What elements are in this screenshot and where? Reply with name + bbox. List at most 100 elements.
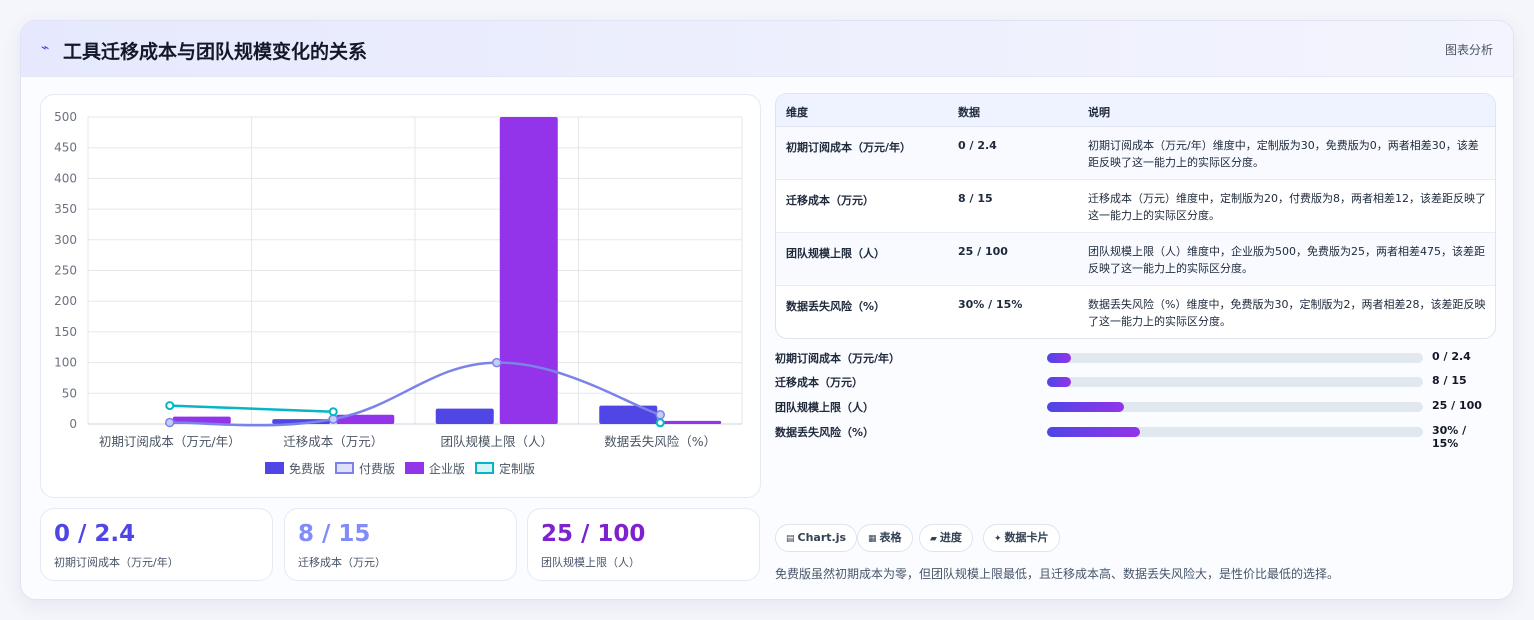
progress-icon: ▰ xyxy=(930,534,937,544)
chip-label: 表格 xyxy=(879,531,902,544)
legend-label: 免费版 xyxy=(289,461,325,476)
y-tick-label: 450 xyxy=(54,141,77,155)
stat-label: 迁移成本（万元） xyxy=(298,556,386,569)
column-header: 说明 xyxy=(1088,106,1110,119)
legend-swatch xyxy=(265,462,284,474)
x-tick-label: 团队规模上限（人） xyxy=(440,434,553,449)
legend-label: 企业版 xyxy=(429,461,465,476)
stat-value: 0 / 2.4 xyxy=(54,521,136,547)
column-header: 维度 xyxy=(786,106,808,119)
point-paid-2 xyxy=(492,357,502,368)
x-tick-label: 迁移成本（万元） xyxy=(283,434,383,449)
progress-value: 25 / 100 xyxy=(1432,399,1482,412)
progress-label: 初期订阅成本（万元/年） xyxy=(775,352,901,365)
point-custom-0 xyxy=(165,401,175,411)
cell-data: 30% / 15% xyxy=(958,298,1023,311)
cell-description: 迁移成本（万元）维度中，定制版为20，付费版为8，两者相差12，该差距反映了这一… xyxy=(1088,192,1486,222)
y-tick-label: 200 xyxy=(54,294,77,308)
progress-row: 初期订阅成本（万元/年） 0 / 2.4 xyxy=(775,349,1496,367)
x-tick-label: 数据丢失风险（%） xyxy=(604,434,716,449)
chip-table[interactable]: ▦ 表格 xyxy=(857,524,913,552)
data-table: 维度 数据 说明 初期订阅成本（万元/年） 0 / 2.4 初期订阅成本（万元/… xyxy=(775,93,1496,339)
summary-text: 免费版虽然初期成本为零，但团队规模上限最低，且迁移成本高、数据丢失风险大，是性价… xyxy=(775,567,1340,581)
progress-value: 30% / 15% xyxy=(1432,424,1467,450)
progress-track xyxy=(1047,427,1423,437)
progress-value: 8 / 15 xyxy=(1432,374,1467,387)
y-tick-label: 300 xyxy=(54,233,77,247)
chip-chartjs[interactable]: ▤ Chart.js xyxy=(775,524,858,552)
progress-track xyxy=(1047,377,1423,387)
stat-card-subscription: 0 / 2.4 初期订阅成本（万元/年） xyxy=(40,508,273,581)
table-icon: ▦ xyxy=(868,534,877,544)
chip-label: Chart.js xyxy=(797,531,847,544)
point-custom-1 xyxy=(328,407,338,417)
progress-track xyxy=(1047,353,1423,363)
cell-data: 0 / 2.4 xyxy=(958,139,997,152)
table-row: 初期订阅成本（万元/年） 0 / 2.4 初期订阅成本（万元/年）维度中，定制版… xyxy=(776,127,1495,180)
stat-value: 25 / 100 xyxy=(541,521,646,547)
progress-track xyxy=(1047,402,1423,412)
progress-fill xyxy=(1047,427,1141,437)
y-tick-label: 150 xyxy=(54,325,77,339)
chip-label: 进度 xyxy=(939,531,962,544)
pulse-icon: ⌁ xyxy=(41,40,50,56)
cell-description: 数据丢失风险（%）维度中，免费版为30，定制版为2，两者相差28，该差距反映了这… xyxy=(1088,298,1486,328)
chip-data-cards[interactable]: ✦ 数据卡片 xyxy=(983,524,1060,552)
progress-label: 数据丢失风险（%） xyxy=(775,426,875,439)
cell-description: 初期订阅成本（万元/年）维度中，定制版为30，免费版为0，两者相差30，该差距反… xyxy=(1088,139,1479,169)
table-row: 数据丢失风险（%） 30% / 15% 数据丢失风险（%）维度中，免费版为30，… xyxy=(776,286,1495,338)
stat-card-team-size: 25 / 100 团队规模上限（人） xyxy=(527,508,760,581)
analysis-card: ⌁ 工具迁移成本与团队规模变化的关系 图表分析 0 50 100 150 200 250 3… xyxy=(20,20,1514,600)
cell-data: 25 / 100 xyxy=(958,245,1008,258)
table-row: 迁移成本（万元） 8 / 15 迁移成本（万元）维度中，定制版为20，付费版为8… xyxy=(776,180,1495,233)
stat-card-migration: 8 / 15 迁移成本（万元） xyxy=(284,508,517,581)
y-tick-label: 250 xyxy=(54,264,77,278)
progress-fill xyxy=(1047,377,1072,387)
card-header: ⌁ 工具迁移成本与团队规模变化的关系 图表分析 xyxy=(21,21,1513,77)
bar-free-3 xyxy=(599,405,658,424)
point-paid-3 xyxy=(655,410,665,420)
point-paid-1 xyxy=(328,414,338,424)
legend-label: 定制版 xyxy=(499,461,535,476)
point-custom-3 xyxy=(655,418,665,428)
progress-fill xyxy=(1047,353,1072,363)
stat-value: 8 / 15 xyxy=(298,521,371,547)
table-header: 维度 数据 说明 xyxy=(776,94,1495,127)
y-tick-label: 350 xyxy=(54,202,77,216)
y-tick-label: 400 xyxy=(54,171,77,185)
header-tag: 图表分析 xyxy=(1444,43,1493,57)
point-paid-0 xyxy=(165,417,175,428)
stat-label: 初期订阅成本（万元/年） xyxy=(54,556,179,569)
cell-dimension: 数据丢失风险（%） xyxy=(786,300,886,313)
page-title: 工具迁移成本与团队规模变化的关系 xyxy=(63,41,368,63)
progress-fill xyxy=(1047,402,1125,412)
cell-description: 团队规模上限（人）维度中，企业版为500，免费版为25，两者相差475，该差距反… xyxy=(1088,245,1485,275)
legend-swatch xyxy=(475,462,494,474)
y-tick-label: 100 xyxy=(54,356,77,370)
legend-swatch xyxy=(335,462,354,474)
bar-enterprise-2 xyxy=(499,117,558,424)
x-tick-label: 初期订阅成本（万元/年） xyxy=(99,434,241,449)
progress-label: 团队规模上限（人） xyxy=(775,401,874,414)
progress-row: 数据丢失风险（%） 30% / 15% xyxy=(775,423,1496,450)
chip-progress[interactable]: ▰ 进度 xyxy=(919,524,973,552)
progress-label: 迁移成本（万元） xyxy=(775,376,863,389)
y-tick-label: 500 xyxy=(54,110,77,124)
column-header: 数据 xyxy=(958,106,980,119)
legend-label: 付费版 xyxy=(359,462,395,476)
progress-value: 0 / 2.4 xyxy=(1432,350,1471,363)
y-tick-label: 50 xyxy=(62,386,77,400)
bar-line-chart: 0 50 100 150 200 250 300 350 400 450 500 初期订阅成本（万元/… xyxy=(54,110,743,476)
bar-enterprise-3 xyxy=(663,420,722,424)
legend-swatch xyxy=(405,462,424,474)
cell-dimension: 团队规模上限（人） xyxy=(786,247,885,260)
bar-free-2 xyxy=(435,408,494,424)
cell-data: 8 / 15 xyxy=(958,192,993,205)
cell-dimension: 初期订阅成本（万元/年） xyxy=(786,141,912,154)
stat-label: 团队规模上限（人） xyxy=(541,556,640,569)
chart-icon: ▤ xyxy=(786,534,795,544)
sparkle-icon: ✦ xyxy=(994,534,1002,544)
cell-dimension: 迁移成本（万元） xyxy=(786,194,874,207)
y-tick-label: 0 xyxy=(69,417,77,431)
progress-row: 迁移成本（万元） 8 / 15 xyxy=(775,373,1496,391)
